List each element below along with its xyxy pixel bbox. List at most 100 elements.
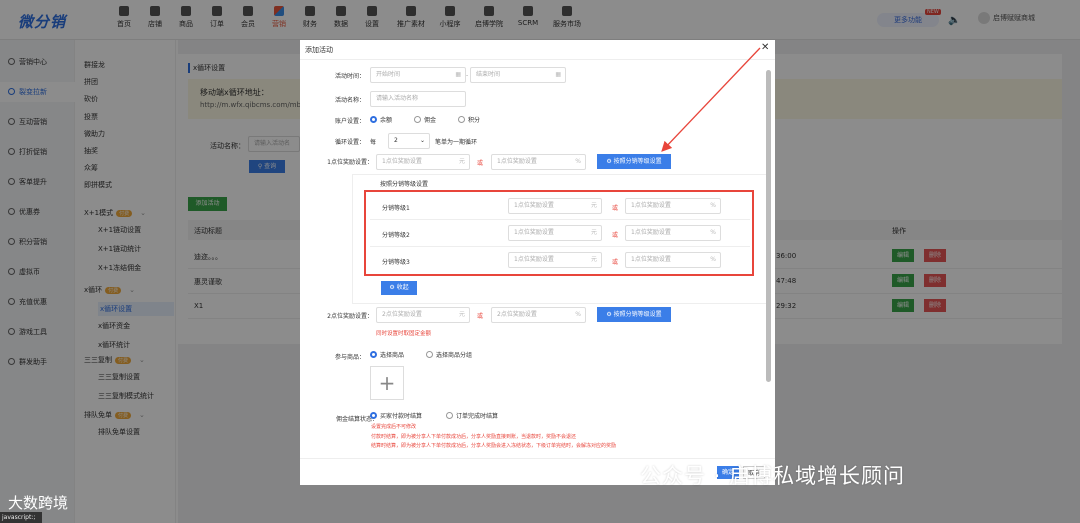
level-percent-input[interactable]: 1点位奖励设置% — [625, 198, 721, 214]
account-option-label: 余额 — [380, 117, 393, 124]
settle-note: 结算时结算，即为被分享人下单付款成功后，分享人奖励会进入冻结状态，下级订单完结时… — [371, 443, 617, 449]
account-option-points[interactable]: 积分 — [458, 115, 480, 124]
goods-option-label: 选择商品分组 — [436, 352, 473, 359]
by-level-button-label: 按照分销等级设置 — [613, 311, 662, 318]
radio-icon — [426, 351, 433, 358]
level-amount-input[interactable]: 1点位奖励设置 元 — [508, 198, 602, 214]
calendar-icon: ▦ — [455, 71, 461, 78]
settings-icon: ⚙ — [389, 284, 397, 291]
start-time-input[interactable]: 开始时间 ▦ — [370, 67, 466, 83]
or-text: 或 — [612, 232, 619, 239]
radio-icon — [458, 116, 465, 123]
level-name: 分销等级2 — [382, 232, 410, 239]
account-option-balance[interactable]: 余额 — [370, 115, 392, 124]
level-percent-input[interactable]: 1点位奖励设置% — [625, 252, 721, 268]
cycle-value: 2 — [394, 137, 398, 144]
by-level-button-2[interactable]: ⚙ 按照分销等级设置 — [597, 307, 671, 322]
cycle-suffix: 笔单为一期循环 — [435, 139, 478, 146]
radio-checked-icon — [370, 412, 377, 419]
account-label: 账户设置： — [334, 118, 365, 125]
watermark-right: 公众号 · 启博私域增长顾问 — [640, 464, 906, 488]
yuan-unit: 元 — [590, 229, 597, 236]
reward2-amount-input[interactable]: 2点位奖励设置 元 — [376, 307, 470, 323]
reward2-amount-placeholder: 2点位奖励设置 — [382, 311, 422, 318]
level-percent-placeholder: 1点位奖励设置 — [631, 202, 671, 209]
settle-option-label: 买家付款时结算 — [380, 413, 423, 420]
account-option-label: 佣金 — [424, 117, 437, 124]
start-time-placeholder: 开始时间 — [376, 71, 401, 78]
or-text: 或 — [477, 160, 484, 167]
level-percent-placeholder: 1点位奖励设置 — [631, 256, 671, 263]
goods-option-select[interactable]: 选择商品 — [370, 350, 404, 359]
level-divider — [370, 246, 750, 247]
end-time-input[interactable]: 结束时间 ▦ — [470, 67, 566, 83]
cycle-label: 循环设置： — [334, 139, 365, 146]
annotation-arrow — [661, 47, 761, 152]
radio-icon — [414, 116, 421, 123]
watermark-left: 大数跨境 — [8, 494, 69, 512]
level-name: 分销等级1 — [382, 205, 410, 212]
level-divider — [370, 219, 750, 220]
or-text: 或 — [612, 205, 619, 212]
or-text: 或 — [477, 313, 484, 320]
name-input[interactable]: 请输入活动名称 — [370, 91, 466, 107]
end-time-placeholder: 结束时间 — [476, 71, 501, 78]
level-amount-placeholder: 1点位奖励设置 — [514, 229, 554, 236]
level-amount-placeholder: 1点位奖励设置 — [514, 202, 554, 209]
name-label: 活动名称： — [334, 97, 365, 104]
reward1-percent-input[interactable]: 1点位奖励设置% — [491, 154, 586, 170]
reward1-amount-input[interactable]: 1点位奖励设置 元 — [376, 154, 470, 170]
collapse-button[interactable]: ⚙ 收起 — [381, 281, 417, 295]
or-text: 或 — [612, 259, 619, 266]
level-section-title: 按照分销等级设置 — [380, 181, 429, 188]
yuan-unit: 元 — [458, 158, 465, 165]
radio-icon — [446, 412, 453, 419]
modal-title: 添加活动 — [305, 46, 333, 54]
add-goods-plus-icon[interactable]: + — [370, 366, 404, 400]
reward2-label: 2点位奖励设置： — [327, 313, 373, 320]
goods-option-group[interactable]: 选择商品分组 — [426, 350, 472, 359]
cycle-every: 每 — [370, 139, 377, 146]
yuan-unit: 元 — [590, 256, 597, 263]
time-separator: - — [466, 72, 469, 79]
settle-option-pay[interactable]: 买家付款时结算 — [370, 411, 422, 420]
percent-unit: % — [710, 229, 716, 236]
footer-divider — [300, 458, 775, 459]
percent-unit: % — [710, 256, 716, 263]
account-option-label: 积分 — [468, 117, 481, 124]
account-option-commission[interactable]: 佣金 — [414, 115, 436, 124]
level-amount-placeholder: 1点位奖励设置 — [514, 256, 554, 263]
yuan-unit: 元 — [458, 311, 465, 318]
level-percent-placeholder: 1点位奖励设置 — [631, 229, 671, 236]
settings-icon: ⚙ — [606, 158, 614, 165]
modal-scrollbar[interactable] — [766, 70, 771, 382]
collapse-button-label: 收起 — [396, 284, 409, 291]
reward2-percent-input[interactable]: 2点位奖励设置% — [491, 307, 586, 323]
settle-label: 佣金结算状态： — [335, 416, 378, 423]
yuan-unit: 元 — [590, 202, 597, 209]
reward1-label: 1点位奖励设置： — [327, 159, 373, 166]
level-amount-input[interactable]: 1点位奖励设置 元 — [508, 225, 602, 241]
time-label: 活动时间： — [334, 73, 365, 80]
by-level-button-label: 按照分销等级设置 — [613, 158, 662, 165]
settle-note: 设置完成后不可修改 — [371, 424, 417, 430]
percent-unit: % — [575, 158, 581, 165]
percent-unit: % — [710, 202, 716, 209]
radio-checked-icon — [370, 116, 377, 123]
goods-label: 参与商品： — [334, 354, 365, 361]
status-bar: javascript:; — [0, 512, 42, 523]
cycle-select[interactable]: 2 ⌄ — [388, 133, 430, 149]
by-level-button-1[interactable]: ⚙ 按照分销等级设置 — [597, 154, 671, 169]
settle-option-label: 订单完成时结算 — [456, 413, 499, 420]
chevron-down-icon: ⌄ — [419, 137, 425, 144]
radio-checked-icon — [370, 351, 377, 358]
calendar-icon: ▦ — [555, 71, 561, 78]
reward1-percent-placeholder: 1点位奖励设置 — [497, 158, 537, 165]
settle-option-finish[interactable]: 订单完成时结算 — [446, 411, 498, 420]
settle-note: 付款时结算，即为被分享人下单付款成功后，分享人奖励直接到账，当退款时，奖励不会退… — [371, 433, 577, 440]
level-name: 分销等级3 — [382, 259, 410, 266]
level-percent-input[interactable]: 1点位奖励设置% — [625, 225, 721, 241]
reward1-amount-placeholder: 1点位奖励设置 — [382, 158, 422, 165]
reward2-percent-placeholder: 2点位奖励设置 — [497, 311, 537, 318]
level-amount-input[interactable]: 1点位奖励设置 元 — [508, 252, 602, 268]
